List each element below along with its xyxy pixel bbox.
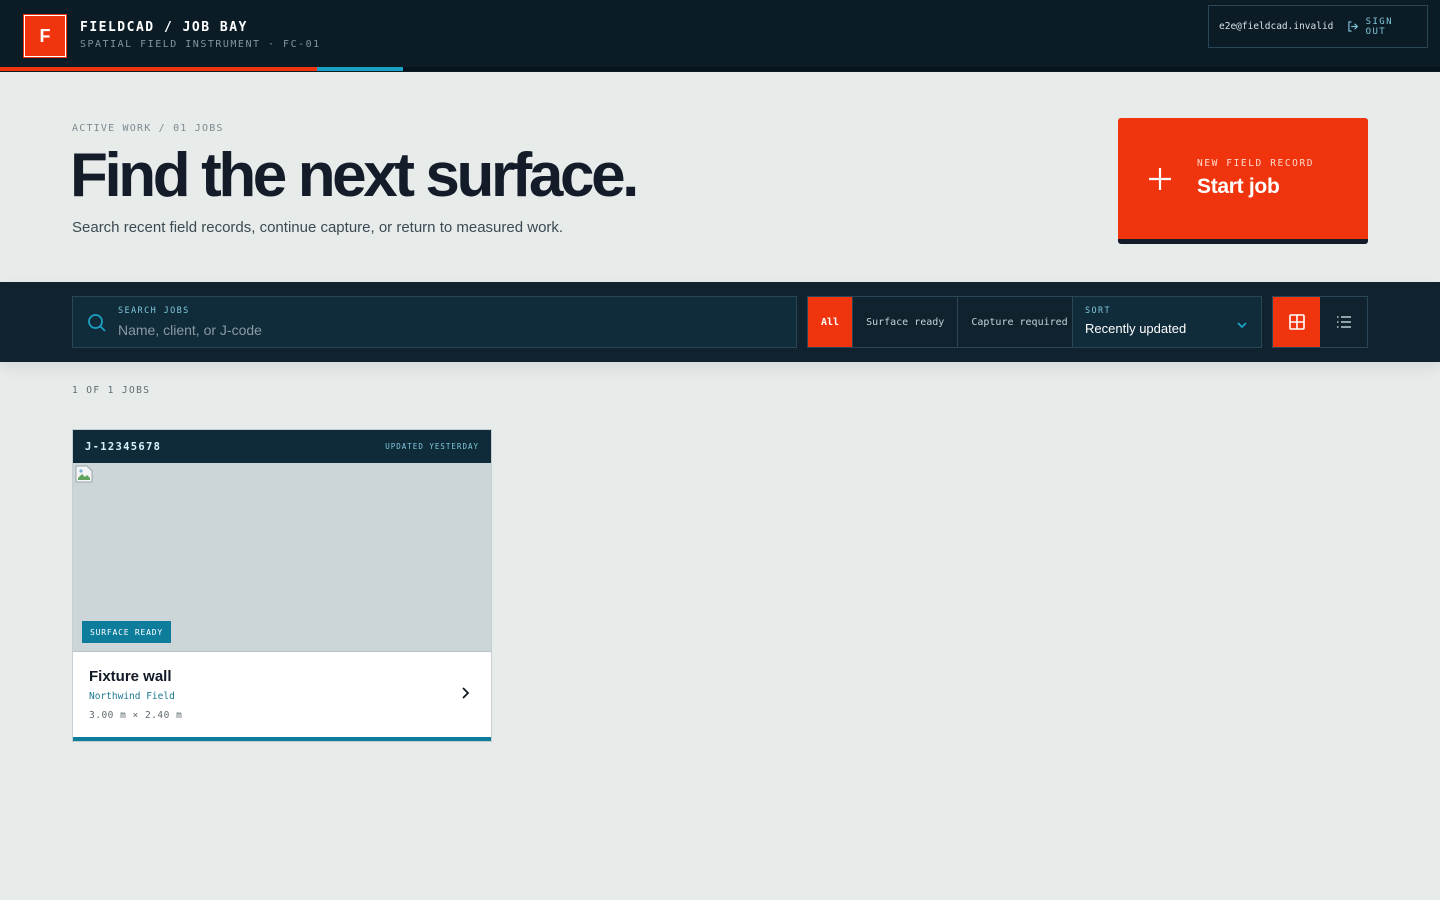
sign-out-icon <box>1348 21 1359 32</box>
header-accent-blue <box>317 67 403 71</box>
status-filter-group: All Surface ready Capture required <box>807 296 1082 348</box>
user-panel: e2e@fieldcad.invalid SIGN OUT <box>1208 5 1428 48</box>
status-badge: SURFACE READY <box>82 621 172 643</box>
app-subtitle: SPATIAL FIELD INSTRUMENT · FC-01 <box>80 39 321 50</box>
start-job-text: NEW FIELD RECORD Start job <box>1197 158 1314 199</box>
app-logo[interactable]: F <box>23 14 67 58</box>
list-view-button[interactable] <box>1320 297 1367 347</box>
search-input[interactable] <box>118 320 778 340</box>
job-title: Fixture wall <box>89 668 172 685</box>
job-card-status-bar <box>73 737 491 741</box>
start-job-label: Start job <box>1197 175 1280 198</box>
list-icon <box>1336 316 1351 328</box>
job-code: J-12345678 <box>85 440 162 453</box>
job-dimensions: 3.00 m × 2.40 m <box>89 710 183 721</box>
sort-value: Recently updated <box>1085 321 1187 336</box>
search-icon <box>88 314 106 332</box>
job-updated: UPDATED YESTERDAY <box>385 442 479 451</box>
app-title: FIELDCAD / JOB BAY <box>80 20 248 35</box>
job-client: Northwind Field <box>89 691 175 702</box>
grid-view-button[interactable] <box>1273 297 1320 347</box>
app-header: F FIELDCAD / JOB BAY SPATIAL FIELD INSTR… <box>0 0 1440 72</box>
sign-out-button[interactable]: SIGN OUT <box>1347 17 1417 37</box>
hero-description: Search recent field records, continue ca… <box>72 219 564 236</box>
search-field[interactable]: SEARCH JOBS <box>72 296 797 348</box>
plus-icon <box>1149 167 1171 190</box>
broken-image-icon <box>75 465 93 483</box>
job-thumbnail: SURFACE READY <box>73 463 491 652</box>
chevron-down-icon <box>1237 322 1247 329</box>
start-job-kicker: NEW FIELD RECORD <box>1197 158 1315 169</box>
hero-meta: ACTIVE WORK / 01 JOBS <box>72 123 224 134</box>
job-card-header: J-12345678 UPDATED YESTERDAY <box>73 430 491 463</box>
filter-all[interactable]: All <box>808 297 854 347</box>
search-label: SEARCH JOBS <box>118 306 190 316</box>
filter-surface-ready[interactable]: Surface ready <box>853 297 959 347</box>
page-title: Find the next surface. <box>70 141 639 210</box>
filter-capture-required[interactable]: Capture required <box>958 297 1080 347</box>
results-count: 1 OF 1 JOBS <box>72 385 151 396</box>
start-job-button[interactable]: NEW FIELD RECORD Start job <box>1118 118 1368 244</box>
header-accent-track <box>403 67 1440 71</box>
chevron-right-icon[interactable] <box>457 685 473 701</box>
header-accent-red <box>0 67 317 71</box>
sign-out-label: SIGN OUT <box>1365 16 1393 37</box>
job-toolbar: SEARCH JOBS All Surface ready Capture re… <box>0 282 1440 362</box>
job-card[interactable]: J-12345678 UPDATED YESTERDAY SURFACE REA… <box>72 429 492 742</box>
sort-label: SORT <box>1085 306 1112 316</box>
grid-icon <box>1288 314 1305 330</box>
user-email: e2e@fieldcad.invalid <box>1219 21 1334 32</box>
sort-select[interactable]: SORT Recently updated <box>1072 296 1262 348</box>
view-toggle <box>1272 296 1368 348</box>
job-card-body: Fixture wall Northwind Field 3.00 m × 2.… <box>73 652 491 737</box>
